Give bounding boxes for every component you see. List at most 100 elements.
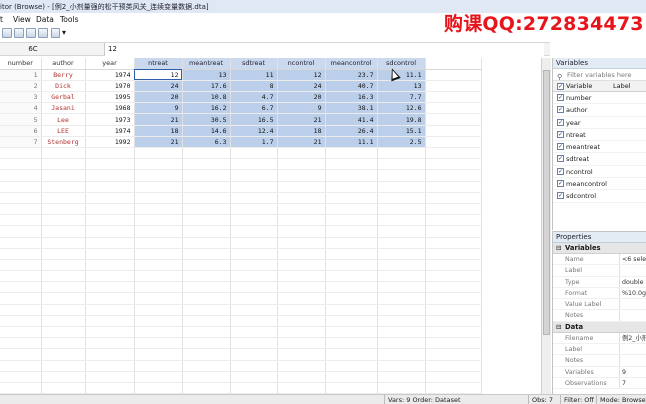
empty-cell[interactable] <box>325 348 378 361</box>
cell-ntreat[interactable]: 9 <box>134 102 183 115</box>
empty-cell[interactable] <box>230 304 278 316</box>
empty-cell[interactable] <box>230 348 278 361</box>
table-row[interactable]: 1 Berry 1974 12 13 11 12 23.7 11.1 <box>0 69 482 81</box>
empty-cell[interactable] <box>41 270 86 283</box>
table-row[interactable] <box>0 192 482 204</box>
empty-cell[interactable] <box>377 326 426 339</box>
empty-cell[interactable] <box>377 147 426 160</box>
variable-checkbox[interactable]: ✓ <box>557 155 564 163</box>
variable-checkbox[interactable]: ✓ <box>557 130 564 138</box>
empty-cell[interactable] <box>425 382 482 394</box>
cell-year[interactable]: 1974 <box>85 125 135 137</box>
cell-meancontrol[interactable]: 40.7 <box>325 80 378 93</box>
collapse-icon[interactable]: ⊟ <box>556 322 561 333</box>
empty-cell[interactable] <box>134 270 183 283</box>
cell-ntreat[interactable]: 24 <box>134 80 183 93</box>
table-row[interactable] <box>0 225 482 238</box>
properties-section-header[interactable]: ⊟ Variables <box>553 243 646 254</box>
empty-cell[interactable] <box>325 169 378 182</box>
empty-cell[interactable] <box>230 281 278 294</box>
variable-checkbox[interactable]: ✓ <box>557 94 564 101</box>
empty-cell[interactable] <box>0 348 42 361</box>
empty-cell[interactable] <box>230 169 278 182</box>
cell-meancontrol[interactable]: 26.4 <box>325 125 378 137</box>
table-row[interactable] <box>0 203 482 216</box>
variable-item[interactable]: ✓ year <box>553 117 646 129</box>
empty-cell[interactable] <box>182 158 231 171</box>
empty-cell[interactable] <box>425 125 482 137</box>
empty-cell[interactable] <box>277 237 326 249</box>
column-header-year[interactable]: year <box>85 58 135 70</box>
cell-number[interactable]: 7 <box>0 136 42 149</box>
empty-cell[interactable] <box>41 147 86 160</box>
variable-item[interactable]: ✓ author <box>553 104 646 117</box>
table-row[interactable] <box>0 158 482 171</box>
table-row[interactable] <box>0 248 482 260</box>
empty-cell[interactable] <box>0 270 42 283</box>
empty-cell[interactable] <box>134 158 183 171</box>
empty-cell[interactable] <box>0 382 42 394</box>
empty-cell[interactable] <box>277 360 326 372</box>
empty-cell[interactable] <box>377 292 426 305</box>
empty-cell[interactable] <box>325 371 378 383</box>
collapse-icon[interactable]: ⊟ <box>556 243 561 254</box>
empty-cell[interactable] <box>134 382 183 394</box>
cell-ncontrol[interactable]: 12 <box>277 69 326 81</box>
cell-sdtreat[interactable]: 12.4 <box>230 125 278 137</box>
empty-cell[interactable] <box>325 270 378 283</box>
empty-cell[interactable] <box>377 259 426 272</box>
cell-ncontrol[interactable]: 9 <box>277 102 326 115</box>
cell-author[interactable]: Berry <box>41 69 86 81</box>
cell-sdcontrol[interactable]: 2.5 <box>377 136 426 149</box>
cell-author[interactable]: Stenberg <box>41 136 86 149</box>
cell-meancontrol[interactable]: 11.1 <box>325 136 378 149</box>
empty-cell[interactable] <box>230 147 278 160</box>
table-row[interactable]: 2 Dick 1970 24 17.6 8 24 40.7 13 <box>0 80 482 93</box>
empty-cell[interactable] <box>277 281 326 294</box>
empty-cell[interactable] <box>182 225 231 238</box>
empty-cell[interactable] <box>0 259 42 272</box>
menu-data[interactable]: Data <box>36 15 54 24</box>
empty-cell[interactable] <box>0 326 42 339</box>
empty-cell[interactable] <box>0 360 42 372</box>
empty-cell[interactable] <box>377 181 426 193</box>
empty-cell[interactable] <box>377 158 426 171</box>
paste-icon[interactable] <box>38 28 48 38</box>
empty-cell[interactable] <box>425 225 482 238</box>
variable-column-header[interactable]: Variable <box>566 81 592 92</box>
empty-cell[interactable] <box>85 225 135 238</box>
empty-cell[interactable] <box>134 225 183 238</box>
column-header-meancontrol[interactable]: meancontrol <box>325 58 378 70</box>
empty-cell[interactable] <box>277 304 326 316</box>
table-row[interactable] <box>0 237 482 249</box>
filter-icon[interactable] <box>51 28 60 38</box>
empty-cell[interactable] <box>230 192 278 204</box>
column-header-meantreat[interactable]: meantreat <box>182 58 231 70</box>
table-row[interactable]: 3 Gerbal 1995 20 10.8 4.7 20 16.3 7.7 <box>0 91 482 104</box>
empty-cell[interactable] <box>85 147 135 160</box>
empty-cell[interactable] <box>0 337 42 350</box>
property-row[interactable]: Variables 9 <box>553 366 646 378</box>
empty-cell[interactable] <box>277 214 326 227</box>
cell-meancontrol[interactable]: 23.7 <box>325 69 378 81</box>
vertical-scrollbar[interactable] <box>541 58 551 394</box>
empty-cell[interactable] <box>425 371 482 383</box>
empty-cell[interactable] <box>230 158 278 171</box>
empty-cell[interactable] <box>230 203 278 216</box>
empty-cell[interactable] <box>277 326 326 339</box>
empty-cell[interactable] <box>85 281 135 294</box>
empty-cell[interactable] <box>0 281 42 294</box>
empty-cell[interactable] <box>134 203 183 216</box>
empty-cell[interactable] <box>425 270 482 283</box>
empty-cell[interactable] <box>41 237 86 249</box>
cell-author[interactable]: Jasani <box>41 102 86 115</box>
variable-checkbox[interactable]: ✓ <box>557 180 564 188</box>
empty-cell[interactable] <box>277 248 326 260</box>
variable-checkbox[interactable]: ✓ <box>557 106 564 114</box>
empty-cell[interactable] <box>0 192 42 204</box>
empty-cell[interactable] <box>85 214 135 227</box>
cell-meancontrol[interactable]: 16.3 <box>325 91 378 104</box>
empty-cell[interactable] <box>85 326 135 339</box>
empty-cell[interactable] <box>425 80 482 93</box>
empty-cell[interactable] <box>41 382 86 394</box>
